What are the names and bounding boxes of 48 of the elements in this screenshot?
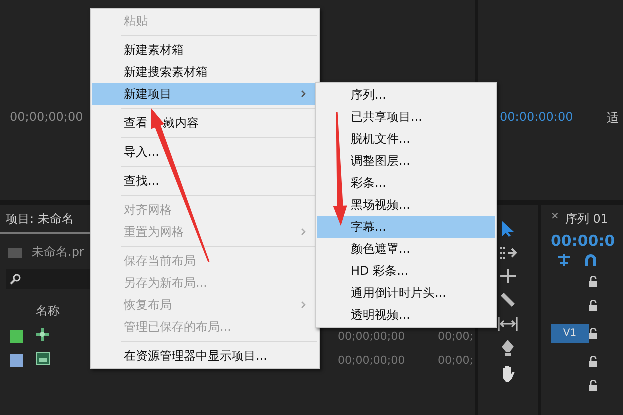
track-select-icon[interactable] [499, 246, 517, 260]
nest-icon[interactable] [557, 254, 571, 266]
timecode: 00;00;00;00 [10, 110, 84, 124]
timecode[interactable]: 00:00:00:00 [500, 110, 574, 124]
menu-item[interactable]: 已共享项目... [317, 106, 495, 128]
video-clip-icon [36, 352, 50, 365]
menu-item[interactable]: 透明视频... [317, 304, 495, 326]
table-cell-text: 00;00;00;00 [338, 330, 406, 342]
lock-icon[interactable] [589, 356, 598, 367]
project-name: 未命名.pr [32, 244, 84, 261]
menu-item[interactable]: 彩条... [317, 172, 495, 194]
menu-item[interactable]: 脱机文件... [317, 128, 495, 150]
hand-icon[interactable] [500, 365, 516, 382]
close-button[interactable]: × [551, 211, 560, 228]
menu-item[interactable]: 颜色遮罩... [317, 238, 495, 260]
fit-label[interactable]: 适 [607, 110, 620, 127]
timecode[interactable]: 00:00:0 [551, 232, 623, 250]
menu-item[interactable]: 查看 藏内容 [92, 112, 318, 134]
slip-icon[interactable] [498, 317, 518, 331]
lock-icon[interactable] [589, 328, 598, 339]
magnet-icon[interactable] [585, 254, 597, 266]
table-cell-text: 00;00; [438, 354, 474, 366]
menu-item[interactable]: 新建素材箱 [92, 39, 318, 61]
pen-icon[interactable] [501, 340, 515, 356]
table-cell-text: 00;00; [438, 330, 474, 342]
menu-item[interactable]: HD 彩条... [317, 260, 495, 282]
lock-icon[interactable] [589, 276, 598, 287]
menu-item[interactable]: 通用倒计时片头... [317, 282, 495, 304]
track-target-button[interactable]: V1 [551, 324, 589, 343]
selection-tool-icon[interactable] [501, 221, 515, 237]
menu-item[interactable]: 导入... [92, 141, 318, 163]
menu-item[interactable]: 新建搜索素材箱 [92, 61, 318, 83]
search-icon [10, 274, 21, 284]
ripple-edit-icon[interactable] [499, 269, 517, 283]
sequence-icon [36, 328, 49, 341]
table-cell-text: 00;00;00;00 [338, 354, 406, 366]
menu-item[interactable]: 新建项目 [92, 83, 318, 105]
lock-icon[interactable] [589, 380, 598, 391]
menu-item[interactable]: 黑场视频... [317, 194, 495, 216]
razor-icon[interactable] [500, 292, 516, 308]
menu-item[interactable]: 查找... [92, 170, 318, 192]
sequence-tab[interactable]: 序列 01 [565, 211, 608, 228]
menu-item[interactable]: 调整图层... [317, 150, 495, 172]
menu-item[interactable]: 字幕... [317, 216, 495, 238]
lock-icon[interactable] [589, 300, 598, 311]
menu-item[interactable]: 序列... [317, 84, 495, 106]
folder-icon [8, 248, 22, 258]
menu-item[interactable]: 在资源管理器中显示项目... [92, 345, 318, 367]
